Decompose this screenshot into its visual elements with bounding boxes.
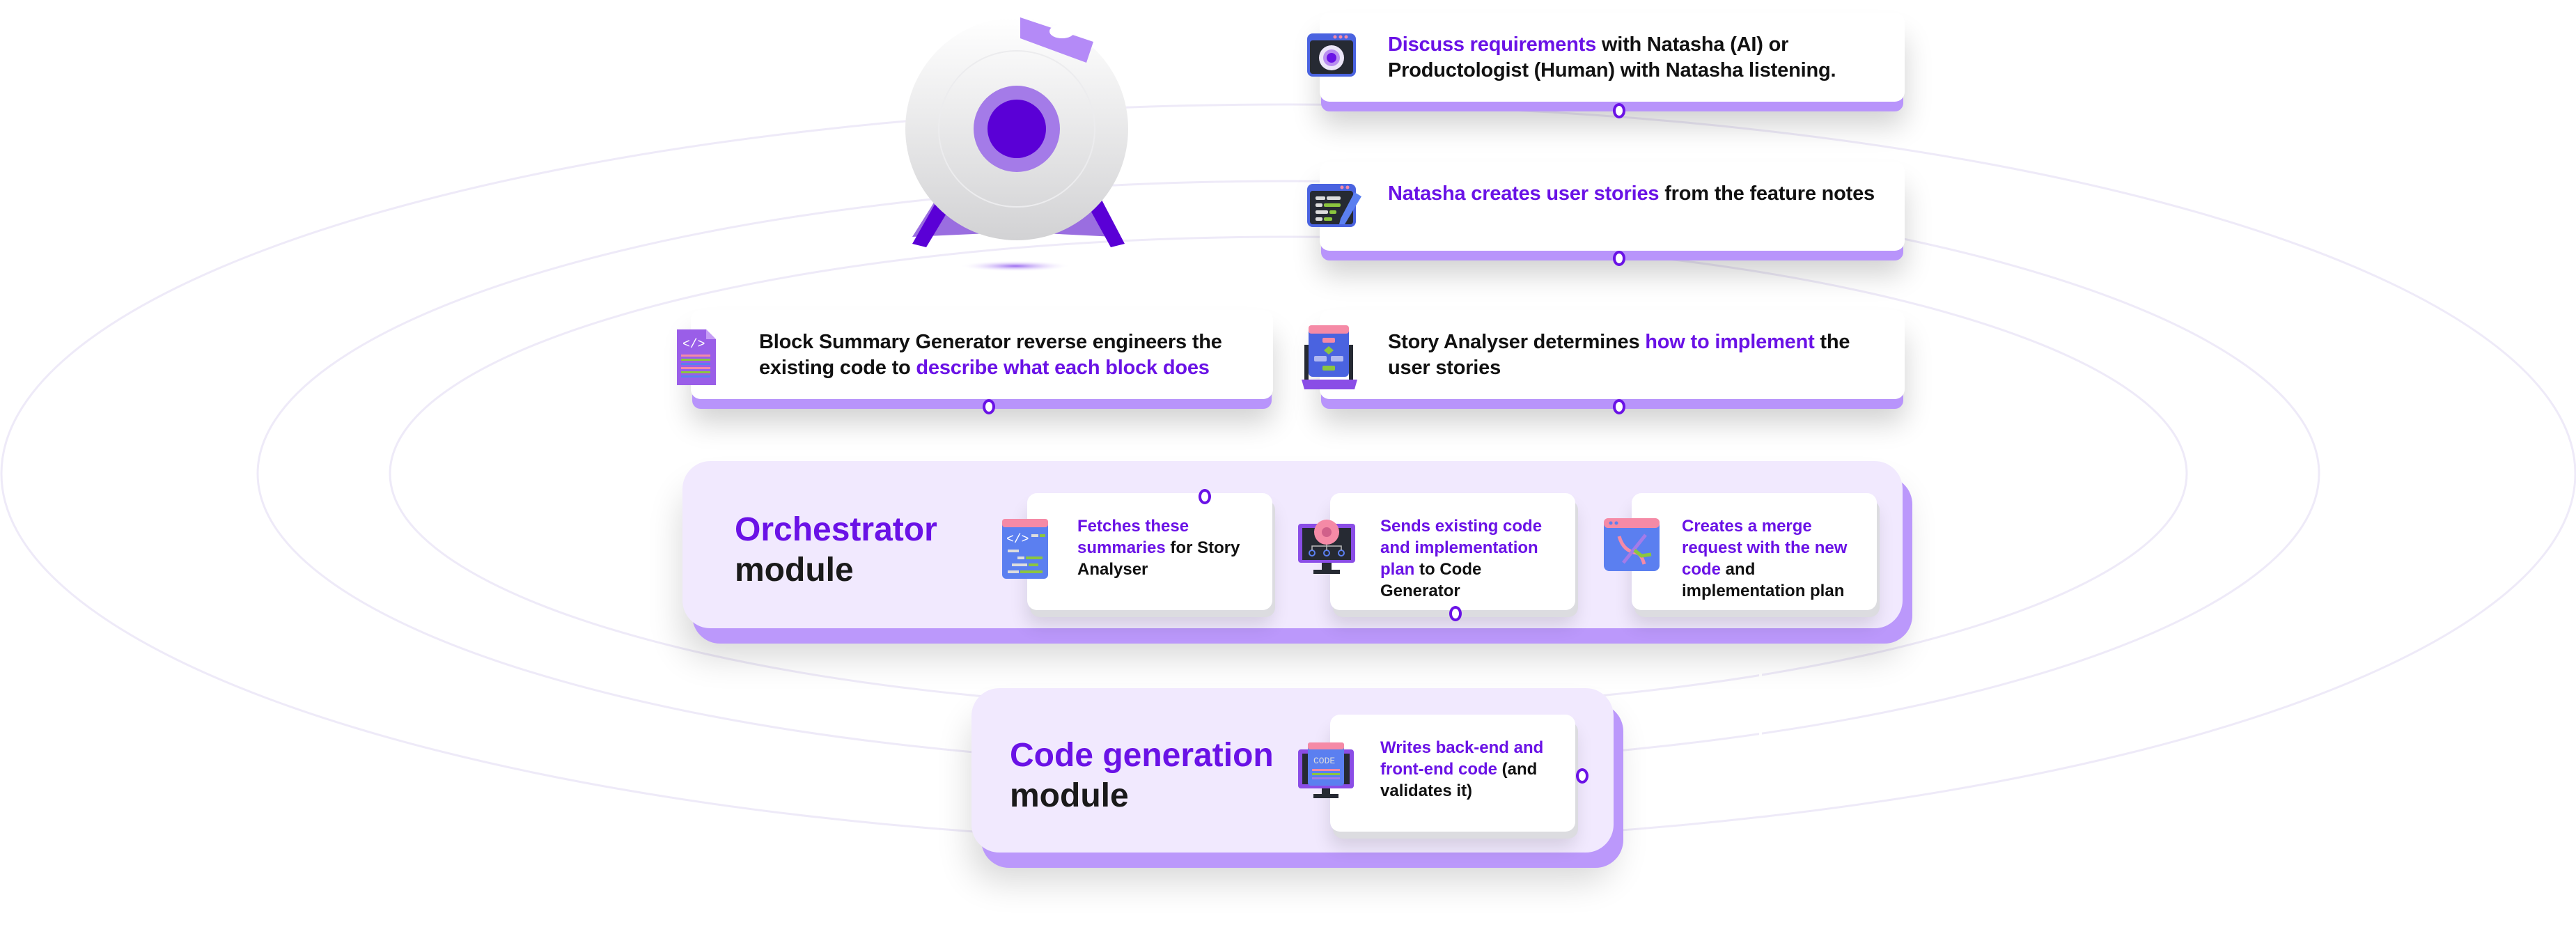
orchestrator-card-fetch: </> Fetches these summaries for Story An… — [1002, 493, 1272, 610]
module-title-line1: Code generation — [1010, 737, 1274, 774]
step-highlight: Discuss requirements — [1388, 33, 1597, 56]
orchestrator-title: Orchestrator module — [735, 510, 937, 591]
notes-pen-icon — [1306, 182, 1364, 232]
step-card-discuss: Discuss requirements with Natasha (AI) o… — [1307, 13, 1905, 102]
connector-dot — [1613, 399, 1625, 414]
card-highlight: Creates a merge request with the new cod… — [1682, 517, 1848, 579]
card-text: Writes back-end and front-end code (and … — [1380, 737, 1561, 802]
webcam-window-icon — [1306, 32, 1357, 81]
module-title-line2: module — [735, 552, 854, 589]
code-window-icon: </> — [1001, 517, 1049, 584]
step-card-block-summary: </> Block Summary Generator reverse engi… — [677, 310, 1273, 399]
module-title-line1: Orchestrator — [735, 511, 937, 548]
connector-dot — [1613, 103, 1625, 118]
svg-text:CODE: CODE — [1313, 756, 1335, 766]
gear-monitor-icon — [1295, 514, 1358, 580]
step-rest: from the feature notes — [1659, 182, 1875, 205]
step-card-story-analyser: Story Analyser determines how to impleme… — [1302, 310, 1905, 399]
step-text: Discuss requirements with Natasha (AI) o… — [1388, 32, 1877, 84]
orchestrator-module: Orchestrator module </> Fetches these su… — [682, 461, 1903, 628]
step-card-user-stories: Natasha creates user stories from the fe… — [1307, 162, 1905, 251]
svg-text:</>: </> — [1006, 533, 1029, 547]
connector-dot — [1449, 606, 1462, 621]
svg-text:</>: </> — [682, 338, 705, 352]
flowchart-laptop-icon — [1302, 324, 1359, 394]
module-title-line2: module — [1010, 777, 1129, 814]
code-file-icon: </> — [673, 327, 719, 390]
card-text: Fetches these summaries for Story Analys… — [1077, 515, 1258, 580]
natasha-bot — [884, 10, 1163, 275]
card-text: Creates a merge request with the new cod… — [1682, 515, 1863, 602]
step-highlight: how to implement — [1645, 331, 1815, 353]
step-highlight: Natasha creates user stories — [1388, 182, 1660, 205]
card-text: Sends existing code and implementation p… — [1380, 515, 1561, 602]
step-highlight: describe what each block does — [916, 357, 1210, 379]
step-text: Story Analyser determines how to impleme… — [1388, 329, 1877, 381]
code-generation-card-write: CODE Writes back-end and front-end code … — [1298, 715, 1575, 832]
code-generation-title: Code generation module — [1010, 735, 1274, 816]
step-text: Natasha creates user stories from the fe… — [1388, 181, 1877, 207]
code-monitor-icon: CODE — [1297, 740, 1355, 803]
orchestrator-card-send: Sends existing code and implementation p… — [1298, 493, 1575, 610]
connector-dot — [1199, 489, 1211, 504]
connector-dot — [983, 399, 995, 414]
connector-dot — [1576, 768, 1588, 784]
step-pre: Story Analyser determines — [1388, 331, 1646, 353]
bot-icon — [905, 17, 1128, 272]
merge-branch-icon — [1602, 517, 1661, 576]
orchestrator-card-merge: Creates a merge request with the new cod… — [1604, 493, 1877, 610]
code-generation-module: Code generation module CODE Writes back-… — [971, 688, 1614, 853]
step-text: Block Summary Generator reverse engineer… — [759, 329, 1245, 381]
connector-dot — [1613, 251, 1625, 266]
